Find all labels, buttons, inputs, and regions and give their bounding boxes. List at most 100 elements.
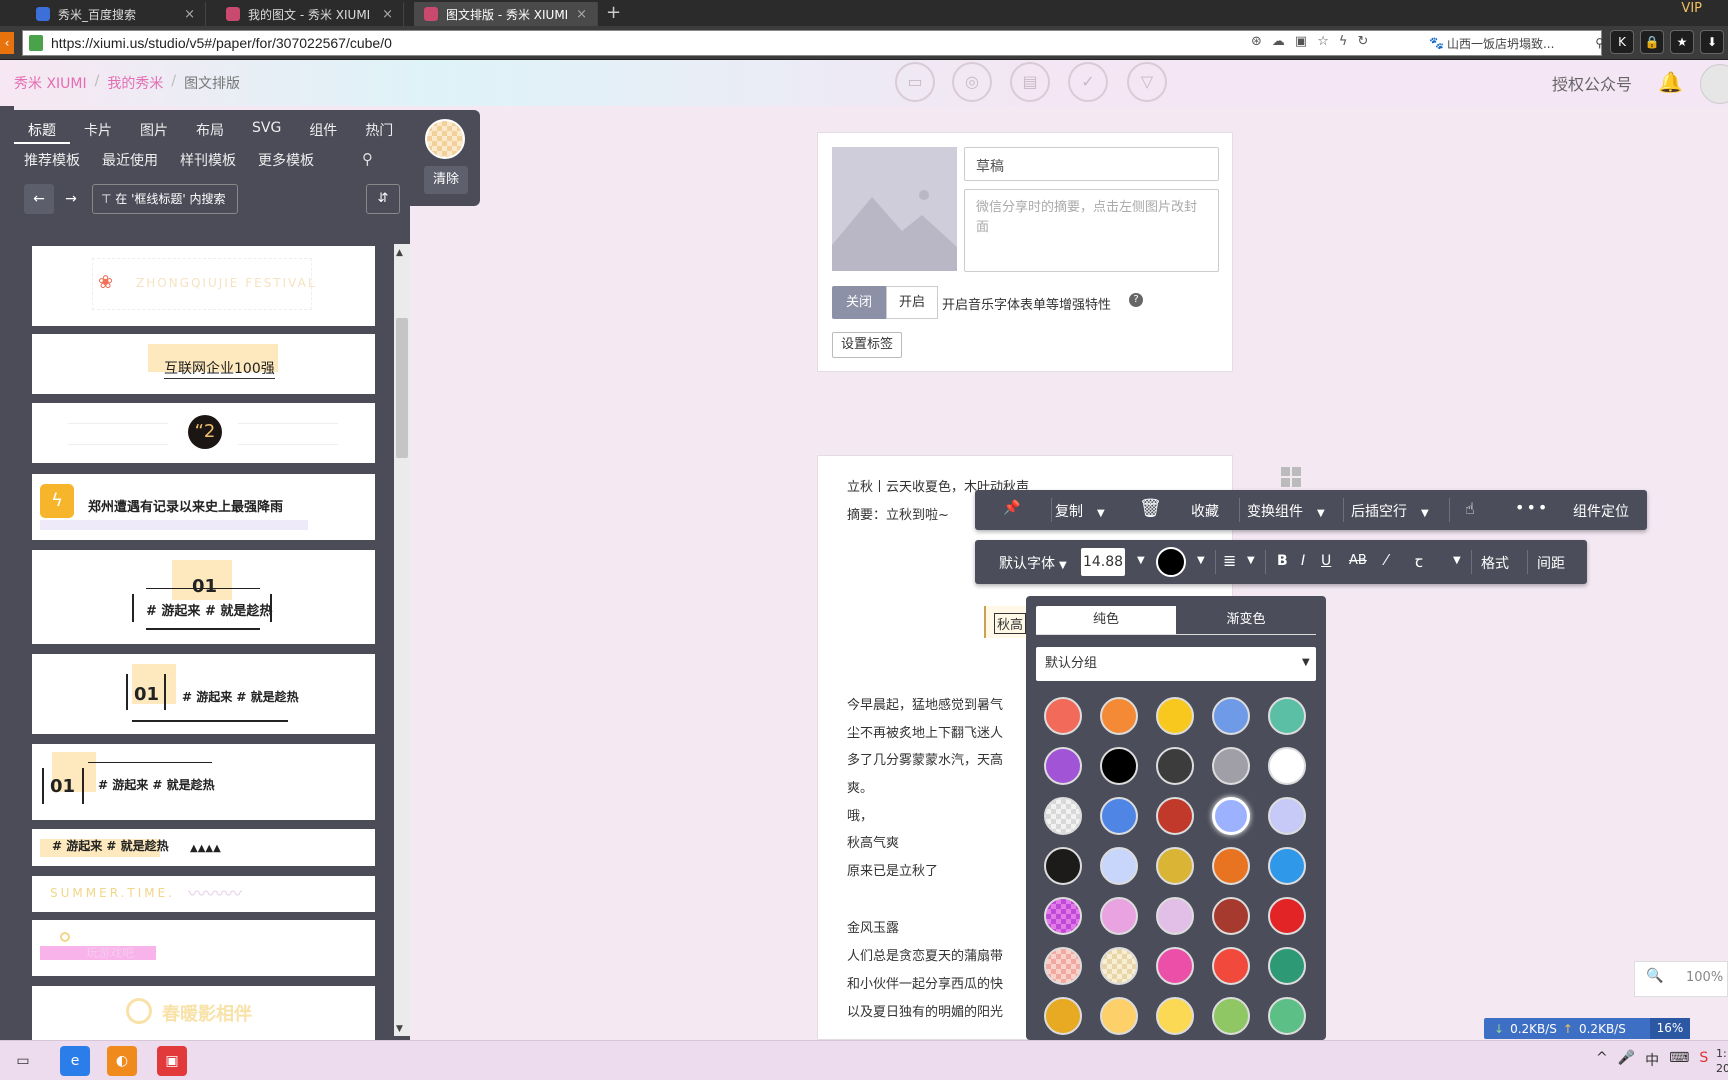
font-family-select[interactable]: 默认字体 ▼ xyxy=(999,553,1067,573)
color-swatch[interactable] xyxy=(1100,847,1138,885)
font-size-input[interactable]: 14.88 xyxy=(1081,548,1125,576)
color-swatch[interactable] xyxy=(1100,997,1138,1035)
copy-button[interactable]: 复制 ▼ xyxy=(1055,501,1105,521)
user-avatar[interactable] xyxy=(1700,64,1728,104)
superscript-icon[interactable]: ⁄ xyxy=(1385,551,1388,569)
color-swatch[interactable] xyxy=(1044,897,1082,935)
vip-badge[interactable]: VIP xyxy=(1681,1,1702,16)
publish-icon[interactable]: ▽ xyxy=(1127,62,1167,102)
color-swatch[interactable] xyxy=(1212,897,1250,935)
article-paragraph[interactable]: 多了几分雾蒙蒙水汽，天高 xyxy=(847,749,1003,768)
article-paragraph[interactable]: 尘不再被炙地上下翻飞迷人 xyxy=(847,722,1003,741)
color-swatch[interactable] xyxy=(1212,697,1250,735)
lightning-icon[interactable]: ϟ xyxy=(1339,34,1348,49)
keyboard-icon[interactable]: ⌨ xyxy=(1669,1050,1689,1070)
template-card[interactable]: 互联网企业100强 xyxy=(32,334,375,394)
breadcrumb-home[interactable]: 秀米 XIUMI xyxy=(14,73,87,93)
font-size-dropdown-icon[interactable]: ▼ xyxy=(1137,555,1145,566)
image-icon[interactable]: ▣ xyxy=(1295,34,1307,49)
subtab-more[interactable]: 更多模板 xyxy=(258,150,314,170)
subtab-recommended[interactable]: 推荐模板 xyxy=(24,150,80,170)
article-paragraph[interactable]: 和小伙伴一起分享西瓜的快 xyxy=(847,973,1003,992)
tab-image[interactable]: 图片 xyxy=(126,110,182,144)
browser-app-icon[interactable]: ◐ xyxy=(107,1046,137,1076)
input-method-icon[interactable]: 中 xyxy=(1645,1050,1659,1070)
template-card[interactable]: 01 # 游起来 # 就是趁热 xyxy=(32,654,375,734)
color-group-select[interactable]: 默认分组 xyxy=(1036,647,1316,681)
microphone-icon[interactable]: 🎤 xyxy=(1618,1050,1635,1070)
color-swatch[interactable] xyxy=(1212,747,1250,785)
chevron-up-icon[interactable]: ^ xyxy=(1596,1050,1608,1070)
authorize-account-button[interactable]: 授权公众号 xyxy=(1552,71,1632,95)
browser-search-box[interactable]: 🐾 山西一饭店坍塌致... ⚲ xyxy=(1429,33,1604,53)
browser-tab-my-articles[interactable]: 我的图文 - 秀米 XIUMI × xyxy=(216,2,404,26)
new-tab-button[interactable]: + xyxy=(606,2,621,23)
back-arrow-icon[interactable]: ‹ xyxy=(0,32,14,54)
clear-button[interactable]: 清除 xyxy=(424,166,468,194)
color-swatch[interactable] xyxy=(1044,847,1082,885)
clock[interactable]: 1: 202 xyxy=(1716,1046,1728,1076)
insert-blank-line-button[interactable]: 后插空行 ▼ xyxy=(1351,501,1429,521)
tab-title-style[interactable]: 标题 xyxy=(14,110,70,144)
help-icon[interactable]: ? xyxy=(1129,293,1143,307)
tab-card[interactable]: 卡片 xyxy=(70,110,126,144)
template-card[interactable]: 玩游戏吧 xyxy=(32,920,375,976)
tab-gradient-color[interactable]: 渐变色 xyxy=(1176,606,1316,634)
cover-image-placeholder[interactable] xyxy=(832,147,957,271)
color-swatch[interactable] xyxy=(1156,847,1194,885)
tab-layout[interactable]: 布局 xyxy=(182,110,238,144)
strikethrough-button[interactable]: AB xyxy=(1349,553,1367,568)
color-swatch[interactable] xyxy=(1212,947,1250,985)
search-icon[interactable]: ⚲ xyxy=(362,150,373,168)
back-arrow-icon[interactable]: ← xyxy=(24,184,54,214)
lock-button-icon[interactable]: 🔒 xyxy=(1640,30,1664,54)
download-icon[interactable]: ⬇ xyxy=(1700,30,1724,54)
template-card[interactable]: SUMMER.TIME. 〰〰〰 xyxy=(32,876,375,912)
cloud-icon[interactable]: ☁ xyxy=(1272,34,1285,49)
k-icon[interactable]: K xyxy=(1610,30,1634,54)
color-swatch[interactable] xyxy=(1100,947,1138,985)
zoom-icon[interactable]: 🔍 xyxy=(1646,968,1663,984)
subtab-recent[interactable]: 最近使用 xyxy=(102,150,158,170)
template-card[interactable]: 01 # 游起来 # 就是趁热 xyxy=(32,550,375,644)
color-swatch[interactable] xyxy=(1268,897,1306,935)
ie-browser-icon[interactable]: e xyxy=(60,1046,90,1076)
color-swatch[interactable] xyxy=(1212,997,1250,1035)
task-view-icon[interactable]: ▭ xyxy=(8,1046,38,1076)
trash-icon[interactable]: 🗑 xyxy=(1139,498,1162,519)
article-paragraph[interactable]: 以及夏日独有的明媚的阳光 xyxy=(847,1001,1003,1020)
color-swatch[interactable] xyxy=(1100,897,1138,935)
template-card[interactable]: “2 xyxy=(32,403,375,463)
enhance-on-button[interactable]: 开启 xyxy=(886,286,938,319)
color-swatch[interactable] xyxy=(1044,697,1082,735)
color-swatch[interactable] xyxy=(1044,947,1082,985)
article-paragraph[interactable]: 人们总是贪恋夏天的蒲扇带 xyxy=(847,945,1003,964)
color-swatch[interactable] xyxy=(1100,697,1138,735)
antivirus-icon[interactable]: S xyxy=(1699,1050,1708,1070)
color-swatch[interactable] xyxy=(1156,747,1194,785)
bold-button[interactable]: B xyxy=(1277,553,1288,569)
check-icon[interactable]: ✓ xyxy=(1068,62,1108,102)
color-swatch[interactable] xyxy=(1156,947,1194,985)
transform-component-button[interactable]: 变换组件 ▼ xyxy=(1247,501,1325,521)
sort-icon[interactable]: ⇵ xyxy=(366,184,400,214)
color-swatch[interactable] xyxy=(1044,797,1082,835)
recorder-app-icon[interactable]: ▣ xyxy=(157,1046,187,1076)
tab-solid-color[interactable]: 纯色 xyxy=(1036,606,1176,634)
italic-button[interactable]: I xyxy=(1301,553,1305,569)
close-icon[interactable]: × xyxy=(576,7,587,22)
search-icon[interactable]: ⚲ xyxy=(1595,36,1604,50)
scroll-down-icon[interactable]: ▼ xyxy=(396,1024,403,1034)
template-card[interactable]: 01 # 游起来 # 就是趁热 xyxy=(32,744,375,820)
tab-component[interactable]: 组件 xyxy=(295,110,351,144)
article-summary-line[interactable]: 摘要：立秋到啦~ xyxy=(847,504,949,523)
extension-icon[interactable]: ⊛ xyxy=(1251,34,1262,49)
enhance-off-button[interactable]: 关闭 xyxy=(832,286,886,319)
tab-svg[interactable]: SVG xyxy=(238,110,295,144)
template-avatar[interactable] xyxy=(425,119,465,159)
locate-component-button[interactable]: 组件定位 xyxy=(1573,501,1629,521)
clear-format-icon[interactable]: ꞇ xyxy=(1415,550,1423,572)
color-swatch[interactable] xyxy=(1212,847,1250,885)
favorites-icon[interactable]: ★ xyxy=(1670,30,1694,54)
clear-format-dropdown-icon[interactable]: ▼ xyxy=(1453,555,1461,566)
